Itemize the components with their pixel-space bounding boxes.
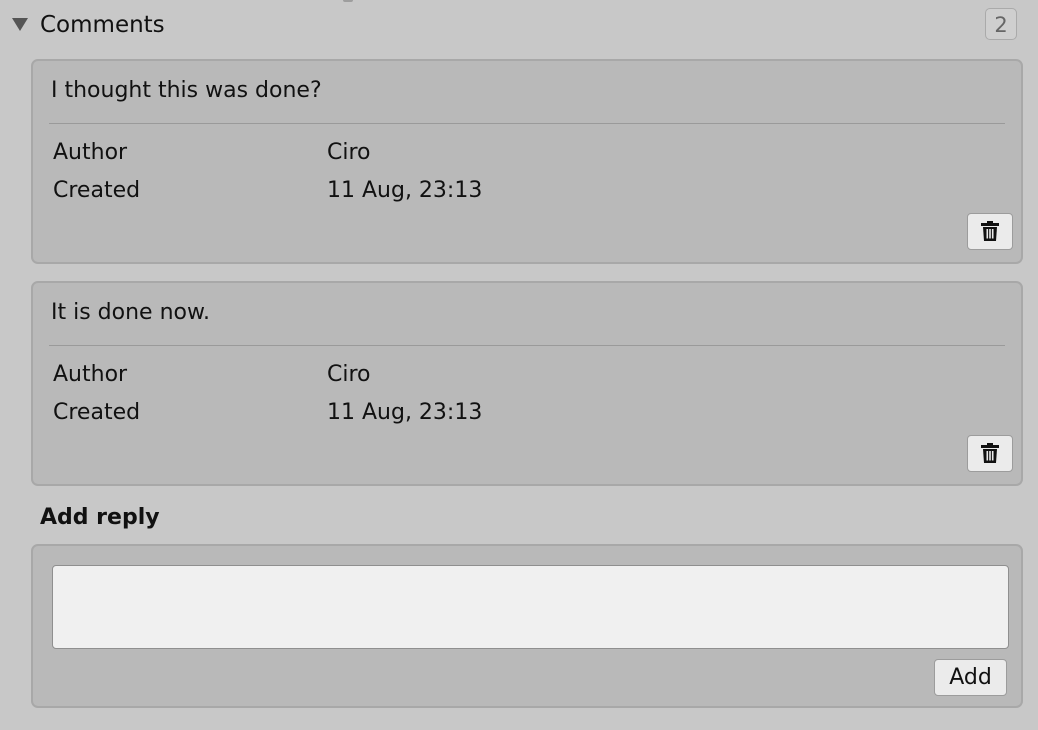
comment-card: It is done now. Author Ciro Created 11 A… (31, 281, 1023, 486)
trash-icon (981, 221, 999, 241)
comment-divider (49, 345, 1005, 346)
triangle-down-icon[interactable] (12, 18, 28, 31)
add-reply-heading: Add reply (40, 505, 160, 530)
comment-divider (49, 123, 1005, 124)
add-reply-button[interactable]: Add (934, 659, 1007, 696)
author-value: Ciro (327, 140, 371, 165)
reply-text-input[interactable] (52, 565, 1009, 649)
trash-icon (981, 443, 999, 463)
comment-text: I thought this was done? (51, 78, 322, 103)
created-value: 11 Aug, 23:13 (327, 400, 483, 425)
comment-count-badge: 2 (985, 8, 1017, 40)
author-value: Ciro (327, 362, 371, 387)
created-label: Created (53, 400, 141, 425)
delete-comment-button[interactable] (967, 435, 1013, 472)
comments-panel: Comments 2 I thought this was done? Auth… (0, 0, 1038, 730)
comment-card: I thought this was done? Author Ciro Cre… (31, 59, 1023, 264)
comments-title[interactable]: Comments (40, 10, 165, 40)
comment-text: It is done now. (51, 300, 210, 325)
reply-box: Add (31, 544, 1023, 708)
comments-header[interactable]: Comments 2 (0, 0, 1038, 50)
created-label: Created (53, 178, 141, 203)
author-label: Author (53, 140, 128, 165)
author-label: Author (53, 362, 128, 387)
created-value: 11 Aug, 23:13 (327, 178, 483, 203)
delete-comment-button[interactable] (967, 213, 1013, 250)
